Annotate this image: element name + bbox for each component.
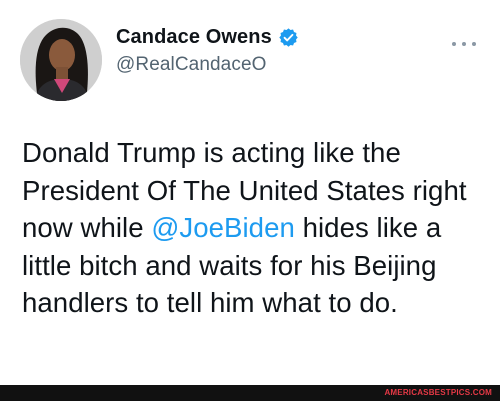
watermark-text: AMERICASBESTPICS.COM xyxy=(384,388,492,397)
more-options-icon[interactable] xyxy=(452,38,476,50)
name-row: Candace Owens xyxy=(116,26,299,49)
tweet-header: Candace Owens @RealCandaceO xyxy=(116,26,299,76)
avatar[interactable] xyxy=(20,19,102,101)
mention-link[interactable]: @JoeBiden xyxy=(151,212,295,243)
more-dot xyxy=(452,42,456,46)
avatar-image xyxy=(20,19,102,101)
watermark-bar: AMERICASBESTPICS.COM xyxy=(0,385,500,401)
more-dot xyxy=(462,42,466,46)
tweet-text: Donald Trump is acting like the Presiden… xyxy=(22,134,490,322)
verified-badge-icon xyxy=(278,27,299,48)
more-dot xyxy=(472,42,476,46)
display-name[interactable]: Candace Owens xyxy=(116,26,272,49)
user-handle[interactable]: @RealCandaceO xyxy=(116,54,299,76)
tweet-card: Candace Owens @RealCandaceO Donald Trump… xyxy=(0,0,500,385)
